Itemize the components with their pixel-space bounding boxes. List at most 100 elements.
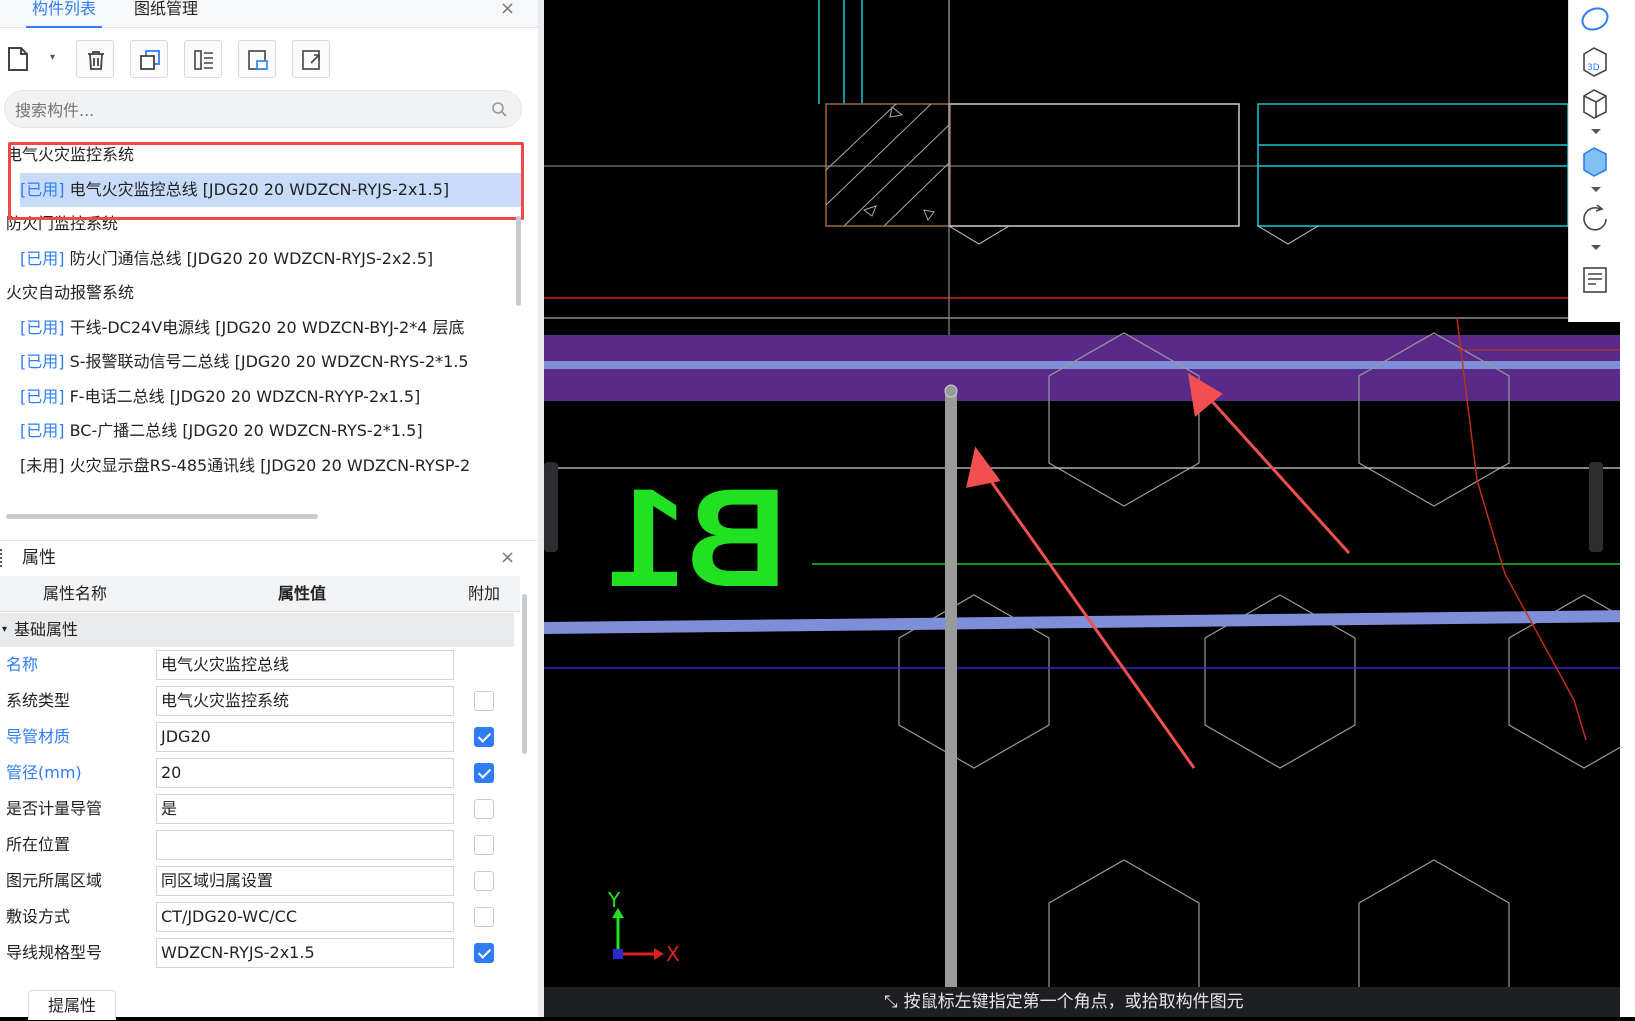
orbit-icon[interactable] [1579, 4, 1613, 34]
extra-checkbox[interactable] [474, 691, 494, 711]
extra-checkbox[interactable] [474, 943, 494, 963]
property-row: 敷设方式 CT/JDG20-WC/CC [0, 899, 514, 935]
status-tag: [已用] [20, 317, 65, 337]
tree-label: 火灾自动报警系统 [6, 283, 135, 302]
tree-item[interactable]: [已用] 干线-DC24V电源线 [JDG20 20 WDZCN-BYJ-2*4… [20, 311, 524, 345]
property-value[interactable]: WDZCN-RYJS-2x1.5 [156, 938, 454, 968]
status-icon: ⤡ [884, 992, 898, 1012]
section-basic[interactable]: ▾ 基础属性 [0, 613, 514, 647]
trash-icon [88, 51, 104, 70]
layer-copy-button[interactable] [184, 40, 222, 78]
cube-icon[interactable] [1579, 86, 1613, 120]
props-scrollbar[interactable] [522, 594, 527, 754]
property-name: 系统类型 [6, 691, 71, 710]
property-value[interactable]: JDG20 [156, 722, 454, 752]
property-row: 管径(mm) 20 [0, 755, 514, 791]
export-button[interactable] [292, 40, 330, 78]
tree-label: F-电话二总线 [JDG20 20 WDZCN-RYYP-2x1.5] [64, 386, 421, 406]
copy-button[interactable] [130, 40, 168, 78]
grip-icon [0, 549, 4, 567]
axis-x-label: X [666, 942, 680, 966]
cube-solid-icon[interactable] [1579, 144, 1613, 178]
collapse-left-handle[interactable] [544, 462, 558, 552]
property-name: 导线规格型号 [6, 943, 103, 962]
rotate-icon[interactable] [1579, 202, 1613, 236]
extra-checkbox[interactable] [474, 799, 494, 819]
tree-scrollbar[interactable] [516, 216, 521, 306]
collapse-icon[interactable]: ▾ [2, 613, 7, 647]
property-name: 图元所属区域 [6, 871, 103, 890]
status-bar: ⤡ 按鼠标左键指定第一个角点，或拾取构件图元 [544, 987, 1620, 1017]
tab-component-list[interactable]: 构件列表 [26, 0, 103, 28]
status-tag: [未用] [20, 455, 65, 475]
status-tag: [已用] [20, 386, 65, 406]
property-row: 所在位置 [0, 827, 514, 863]
copy-icon [140, 50, 160, 70]
property-value[interactable]: 电气火灾监控系统 [156, 686, 454, 716]
tree-h-scrollbar[interactable] [6, 514, 318, 519]
property-value[interactable]: 电气火灾监控总线 [156, 650, 454, 680]
property-value[interactable] [156, 830, 454, 860]
extra-checkbox[interactable] [474, 835, 494, 855]
property-value[interactable]: 20 [156, 758, 454, 788]
delete-button[interactable] [76, 40, 114, 78]
collapse-right-handle[interactable] [1589, 462, 1603, 552]
extra-checkbox[interactable] [474, 871, 494, 891]
properties-header: 属性 × [0, 540, 538, 574]
tree-group[interactable]: 火灾自动报警系统 [6, 276, 524, 310]
search-icon[interactable] [491, 101, 507, 117]
extra-checkbox[interactable] [474, 907, 494, 927]
chevron-down-icon[interactable]: ▾ [50, 52, 55, 63]
3d-view-icon[interactable]: 3D [1579, 44, 1613, 78]
list-icon [194, 50, 213, 70]
layer-label: B1 [608, 459, 787, 616]
property-row: 图元所属区域 同区域归属设置 [0, 863, 514, 899]
status-tag: [已用] [20, 421, 65, 440]
new-component-button[interactable] [4, 44, 34, 78]
tree-label: 防火门通信总线 [JDG20 20 WDZCN-RYJS-2x2.5] [64, 248, 434, 268]
property-name: 管径(mm) [6, 763, 82, 782]
svg-text:3D: 3D [1587, 63, 1600, 73]
axis-y-label: Y [608, 888, 621, 912]
col-extra: 附加 [467, 584, 500, 603]
property-value[interactable]: CT/JDG20-WC/CC [156, 902, 454, 932]
chevron-down-icon[interactable] [1579, 126, 1613, 138]
tree-item[interactable]: [已用] S-报警联动信号二总线 [JDG20 20 WDZCN-RYS-2*1… [20, 345, 524, 379]
property-row: 系统类型 电气火灾监控系统 [0, 683, 514, 719]
property-name: 导管材质 [6, 727, 71, 746]
property-name: 名称 [6, 655, 39, 674]
import-button[interactable] [238, 40, 276, 78]
new-file-icon [8, 47, 28, 71]
tree-item[interactable]: [已用] BC-广播二总线 [JDG20 20 WDZCN-RYS-2*1.5] [20, 414, 524, 448]
property-row: 导线规格型号 WDZCN-RYJS-2x1.5 [0, 935, 514, 971]
panel-tabs: 构件列表 图纸管理 × [0, 0, 538, 28]
tree-item[interactable]: [未用] 火灾显示盘RS-485通讯线 [JDG20 20 WDZCN-RYSP… [20, 449, 524, 483]
property-row: 导管材质 JDG20 [0, 719, 514, 755]
close-icon[interactable]: × [500, 549, 515, 567]
tree-label: S-报警联动信号二总线 [JDG20 20 WDZCN-RYS-2*1.5 [64, 352, 469, 371]
extra-checkbox[interactable] [474, 727, 494, 747]
tab-drawing-manage[interactable]: 图纸管理 [128, 0, 204, 28]
component-toolbar: ▾ [0, 38, 538, 80]
tree-item[interactable]: [已用] 防火门通信总线 [JDG20 20 WDZCN-RYJS-2x2.5] [20, 242, 524, 276]
col-value: 属性值 [277, 584, 326, 603]
chevron-down-icon[interactable] [1579, 184, 1613, 196]
search-box[interactable] [4, 90, 522, 128]
right-edge-panel [1620, 0, 1635, 1017]
status-text: 按鼠标左键指定第一个角点，或拾取构件图元 [903, 992, 1244, 1012]
section-title: 基础属性 [14, 620, 79, 639]
view-toolbar: 3D [1568, 0, 1620, 322]
property-row: 名称 电气火灾监控总线 [0, 647, 514, 683]
tab-properties[interactable]: 提属性 [28, 990, 116, 1020]
drawing-canvas[interactable]: B1 Y X [544, 0, 1635, 1017]
properties-view-icon[interactable] [1579, 264, 1613, 298]
chevron-down-icon[interactable] [1579, 242, 1613, 254]
property-value[interactable]: 同区域归属设置 [156, 866, 454, 896]
property-value[interactable]: 是 [156, 794, 454, 824]
search-input[interactable] [15, 99, 475, 121]
extra-checkbox[interactable] [474, 763, 494, 783]
property-name: 所在位置 [6, 835, 71, 854]
tree-item[interactable]: [已用] F-电话二总线 [JDG20 20 WDZCN-RYYP-2x1.5] [20, 380, 524, 414]
close-icon[interactable]: × [500, 0, 515, 18]
properties-title: 属性 [22, 548, 56, 568]
